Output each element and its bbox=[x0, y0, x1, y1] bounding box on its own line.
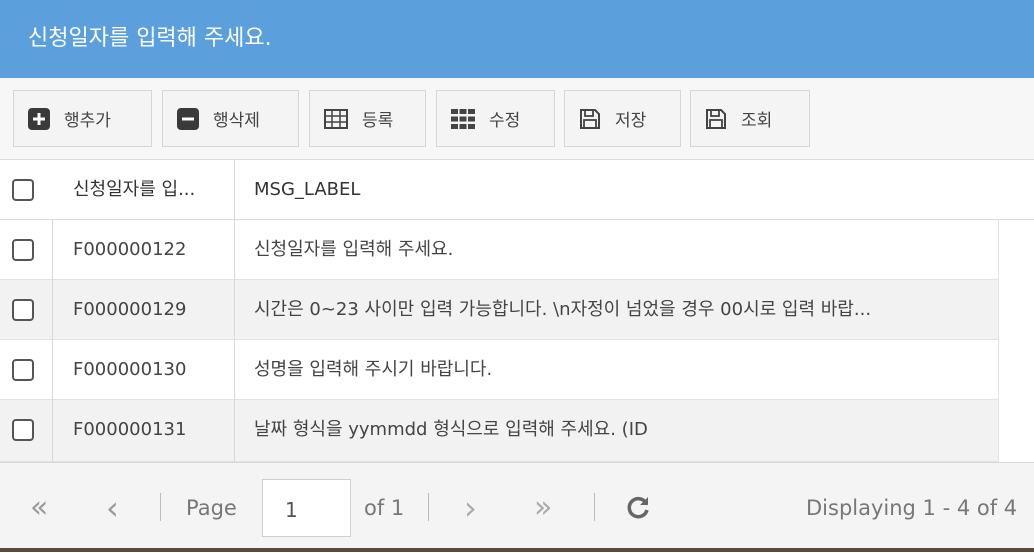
plus-square-icon bbox=[28, 107, 50, 130]
grid-header: 신청일자를 입... MSG_LABEL bbox=[0, 160, 1034, 220]
page-label: Page bbox=[186, 496, 237, 520]
select-all-checkbox[interactable] bbox=[12, 179, 34, 201]
column-header-msg-label[interactable]: MSG_LABEL bbox=[254, 160, 954, 219]
edit-label: 수정 bbox=[489, 111, 521, 131]
table-row[interactable]: F000000131 날짜 형식을 yymmdd 형식으로 입력해 주세요. (… bbox=[0, 400, 998, 462]
page-title: 신청일자를 입력해 주세요. bbox=[0, 0, 1034, 78]
floppy-disk-icon bbox=[580, 108, 600, 129]
column-header-date[interactable]: 신청일자를 입... bbox=[73, 160, 233, 219]
refresh-icon bbox=[627, 496, 649, 519]
row-id-cell: F000000130 bbox=[73, 359, 187, 380]
row-checkbox[interactable] bbox=[12, 359, 34, 381]
prev-page-button[interactable]: ‹ bbox=[106, 463, 119, 553]
toolbar: 행추가 행삭제 등록 수정 저장 조회 bbox=[0, 78, 1034, 160]
bottom-edge-strip bbox=[0, 548, 1034, 552]
row-label-cell: 성명을 입력해 주시기 바랍니다. bbox=[254, 359, 493, 380]
register-label: 등록 bbox=[362, 111, 394, 131]
register-button[interactable]: 등록 bbox=[309, 90, 426, 147]
grid-icon bbox=[451, 108, 475, 129]
table-row[interactable]: F000000130 성명을 입력해 주시기 바랍니다. bbox=[0, 340, 998, 400]
minus-square-icon bbox=[177, 107, 199, 130]
delete-row-label: 행삭제 bbox=[213, 111, 260, 131]
table-icon bbox=[324, 108, 348, 129]
pagination-bar: « ‹ Page 1 of 1 › » Displaying 1 - 4 of … bbox=[0, 462, 1034, 552]
row-label-cell: 날짜 형식을 yymmdd 형식으로 입력해 주세요. (ID bbox=[254, 419, 648, 440]
refresh-button[interactable] bbox=[624, 494, 652, 522]
table-row[interactable]: F000000122 신청일자를 입력해 주세요. bbox=[0, 220, 998, 280]
table-row[interactable]: F000000129 시간은 0~23 사이만 입력 가능합니다. \n자정이 … bbox=[0, 280, 998, 340]
delete-row-button[interactable]: 행삭제 bbox=[162, 90, 299, 147]
row-checkbox[interactable] bbox=[12, 239, 34, 261]
save-label: 저장 bbox=[615, 111, 647, 131]
row-id-cell: F000000131 bbox=[73, 419, 187, 440]
search-label: 조회 bbox=[741, 111, 773, 131]
last-page-button[interactable]: » bbox=[534, 463, 552, 553]
next-page-button[interactable]: › bbox=[464, 463, 477, 553]
page-number-input[interactable]: 1 bbox=[262, 479, 351, 537]
row-label-cell: 신청일자를 입력해 주세요. bbox=[254, 239, 454, 260]
add-row-button[interactable]: 행추가 bbox=[13, 90, 152, 147]
row-checkbox[interactable] bbox=[12, 299, 34, 321]
save-button[interactable]: 저장 bbox=[564, 90, 681, 147]
floppy-disk-icon bbox=[706, 108, 726, 129]
row-id-cell: F000000122 bbox=[73, 239, 187, 260]
add-row-label: 행추가 bbox=[64, 111, 111, 131]
row-label-cell: 시간은 0~23 사이만 입력 가능합니다. \n자정이 넘었을 경우 00시로… bbox=[254, 299, 872, 320]
first-page-button[interactable]: « bbox=[30, 463, 48, 553]
edit-button[interactable]: 수정 bbox=[436, 90, 555, 147]
vertical-scrollbar[interactable] bbox=[998, 220, 1034, 462]
page-count-label: of 1 bbox=[364, 496, 405, 520]
displaying-status: Displaying 1 - 4 of 4 bbox=[806, 496, 1018, 520]
row-id-cell: F000000129 bbox=[73, 299, 187, 320]
row-checkbox[interactable] bbox=[12, 419, 34, 441]
search-button[interactable]: 조회 bbox=[690, 90, 810, 147]
